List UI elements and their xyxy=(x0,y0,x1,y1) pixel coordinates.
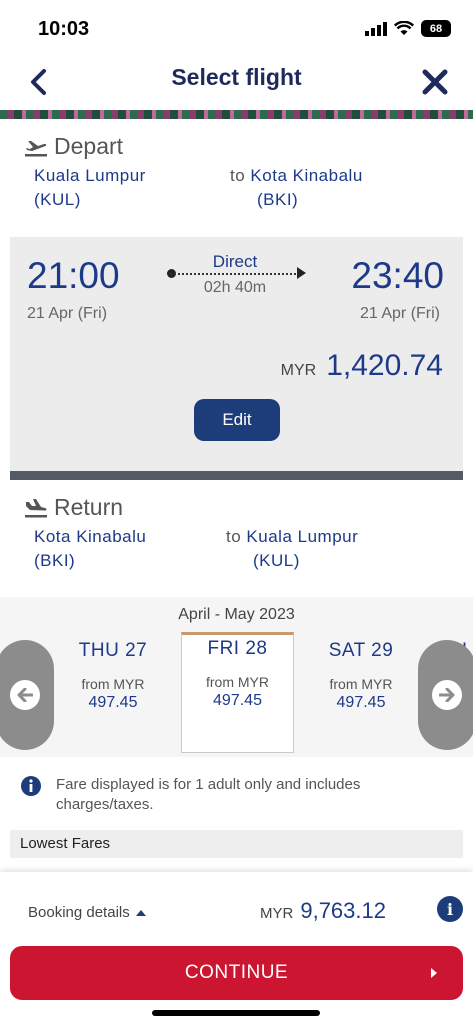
wifi-icon xyxy=(394,21,414,35)
app-header: Select flight xyxy=(0,58,473,110)
price-info-icon[interactable]: i xyxy=(437,896,463,922)
flight-stops: Direct xyxy=(212,252,258,271)
battery-icon: 68 xyxy=(421,20,451,37)
fare-notice: Fare displayed is for 1 adult only and i… xyxy=(20,775,416,815)
arrow-left-icon xyxy=(10,680,40,710)
home-indicator xyxy=(152,1010,320,1016)
chevron-right-icon xyxy=(431,968,437,978)
depart-destination: to Kota Kinabalu (BKI) xyxy=(230,164,363,212)
date-cell-thu-27[interactable]: THU 27 from MYR 497.45 xyxy=(60,640,166,712)
continue-button[interactable]: CONTINUE xyxy=(10,946,463,1000)
page-title: Select flight xyxy=(171,64,302,90)
route-line xyxy=(170,273,300,275)
departure-time: 21:00 xyxy=(27,255,120,296)
caret-up-icon xyxy=(135,910,146,916)
return-title: Return xyxy=(54,494,124,520)
depart-destination-code: (BKI) xyxy=(257,190,299,209)
return-destination-city: Kuala Lumpur xyxy=(246,527,359,546)
fare-notice-text: Fare displayed is for 1 adult only and i… xyxy=(56,776,361,813)
previous-dates-button[interactable] xyxy=(0,640,54,750)
date-cell-day: FRI 28 xyxy=(207,638,268,659)
return-destination: to Kuala Lumpur (KUL) xyxy=(226,525,358,573)
booking-footer: Booking details MYR 9,763.12 i CONTINUE xyxy=(0,872,473,1024)
depart-section: Depart Kuala Lumpur (KUL) to Kota Kinaba… xyxy=(0,119,473,232)
total-price-value: 9,763.12 xyxy=(300,898,386,923)
next-dates-button[interactable] xyxy=(418,640,473,750)
return-origin-city: Kota Kinabalu xyxy=(34,527,147,546)
route-arrow-icon xyxy=(297,267,306,279)
battery-level: 68 xyxy=(429,22,443,35)
plane-takeoff-icon xyxy=(25,140,47,156)
edit-flight-button[interactable]: Edit xyxy=(194,399,280,441)
close-button[interactable] xyxy=(417,64,453,100)
depart-to-prefix: to xyxy=(230,166,246,185)
date-cell-from: from MYR xyxy=(329,676,393,692)
flight-price: MYR 1,420.74 xyxy=(281,349,443,383)
selected-flight-card: 21:00 21 Apr (Fri) Direct 02h 40m 23:40 … xyxy=(10,237,463,473)
status-time: 10:03 xyxy=(38,18,90,40)
date-cell-fare: 497.45 xyxy=(213,692,262,709)
return-destination-code: (KUL) xyxy=(253,551,300,570)
section-divider xyxy=(10,471,463,480)
date-cell-day: THU 27 xyxy=(78,640,148,661)
return-origin-code: (BKI) xyxy=(34,551,76,570)
total-price-currency: MYR xyxy=(260,905,294,922)
continue-label: CONTINUE xyxy=(184,962,289,983)
cellular-signal-icon xyxy=(365,21,387,36)
arrival-date: 21 Apr (Fri) xyxy=(359,305,440,322)
close-icon xyxy=(422,69,448,95)
arrival-time: 23:40 xyxy=(351,255,444,296)
return-heading: Return xyxy=(24,494,123,521)
date-cell-from: from MYR xyxy=(206,674,269,690)
booking-details-label: Booking details xyxy=(28,904,130,921)
return-section: Return Kota Kinabalu (BKI) to Kuala Lump… xyxy=(0,480,473,594)
depart-title: Depart xyxy=(54,133,124,159)
flight-price-currency: MYR xyxy=(280,362,317,379)
total-price: MYR 9,763.12 xyxy=(260,898,386,924)
depart-heading: Depart xyxy=(24,133,123,160)
flight-duration: 02h 40m xyxy=(203,279,267,296)
date-cell-fare: 497.45 xyxy=(88,694,138,711)
date-cell-fare: 497.45 xyxy=(336,694,386,711)
depart-origin-code: (KUL) xyxy=(34,190,81,209)
return-to-prefix: to xyxy=(226,527,242,546)
plane-landing-icon xyxy=(25,498,47,517)
departure-date: 21 Apr (Fri) xyxy=(27,305,108,322)
date-cell-sat-29[interactable]: SAT 29 from MYR 497.45 xyxy=(308,640,414,712)
date-cell-from: from MYR xyxy=(81,676,145,692)
info-icon xyxy=(21,776,41,796)
lowest-fares-header: Lowest Fares xyxy=(10,830,463,858)
month-label: April - May 2023 xyxy=(178,606,295,623)
flight-price-value: 1,420.74 xyxy=(326,349,443,382)
depart-origin: Kuala Lumpur (KUL) xyxy=(34,164,146,212)
date-cell-fri-28[interactable]: FRI 28 from MYR 497.45 xyxy=(183,638,292,710)
return-origin: Kota Kinabalu (BKI) xyxy=(34,525,146,573)
booking-details-toggle[interactable]: Booking details xyxy=(28,904,146,921)
date-cell-day: SAT 29 xyxy=(328,640,394,661)
status-bar: 10:03 68 xyxy=(0,0,473,58)
depart-origin-city: Kuala Lumpur xyxy=(34,166,146,185)
status-icons: 68 xyxy=(365,20,451,37)
decorative-pattern-strip xyxy=(0,110,473,119)
arrow-right-icon xyxy=(432,680,462,710)
depart-destination-city: Kota Kinabalu xyxy=(250,166,363,185)
